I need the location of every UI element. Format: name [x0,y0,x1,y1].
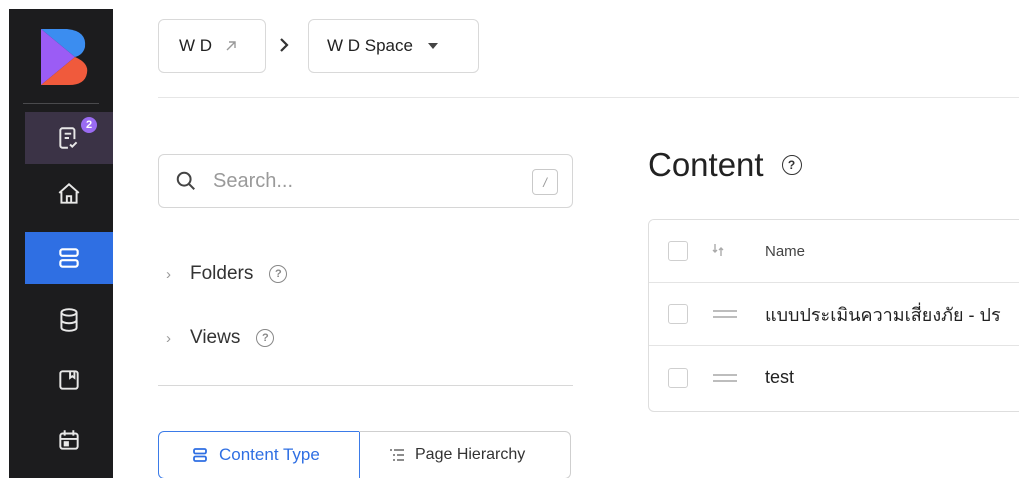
table-row[interactable]: test [649,346,1019,409]
drag-handle-icon[interactable] [713,373,737,382]
workspace-link[interactable]: W D [158,19,266,73]
space-selector[interactable]: W D Space [308,19,479,73]
sidebar-divider [158,385,573,386]
rail-item-content[interactable] [25,232,113,284]
content-title-text: Content [648,146,764,183]
rail-item-calendar[interactable] [25,414,113,466]
views-section-toggle[interactable]: › Views ? [166,327,275,349]
header-divider [158,97,1019,98]
help-icon[interactable]: ? [781,155,802,175]
name-column-header[interactable]: Name [765,243,805,260]
database-icon [60,308,78,332]
rail-item-home[interactable] [25,168,113,220]
search-icon [176,171,195,190]
workspace-name: W D [179,36,213,55]
row-checkbox[interactable] [668,367,688,388]
content-layout-icon [59,248,79,268]
page-hierarchy-tab[interactable]: Page Hierarchy [359,431,571,478]
help-icon[interactable]: ? [256,329,275,347]
app-sidebar: 2 [9,9,113,478]
drag-handle-icon[interactable] [713,310,737,318]
search-input[interactable] [213,169,513,193]
folders-label: Folders [190,263,254,284]
bookmark-book-icon [59,370,79,390]
hierarchy-list-icon [390,449,404,461]
brand-logo[interactable] [41,29,89,85]
folders-section-toggle[interactable]: › Folders ? [166,263,288,285]
rail-item-tasks[interactable]: 2 [25,112,113,164]
notification-badge: 2 [79,115,99,135]
row-name[interactable]: test [765,367,794,388]
caret-down-icon [427,43,438,49]
content-type-label: Content Type [219,445,320,464]
content-table: Name แบบประเมินความเสี่ยงภัย - ปร test [648,219,1019,412]
content-type-tab[interactable]: Content Type [158,431,360,478]
search-box[interactable]: / [158,154,573,208]
table-row[interactable]: แบบประเมินความเสี่ยงภัย - ปร [649,283,1019,346]
page-title: Content ? [648,146,802,184]
chevron-right-icon: › [166,265,171,283]
row-name[interactable]: แบบประเมินความเสี่ยงภัย - ปร [765,300,1001,329]
chevron-right-icon: › [166,329,171,347]
rail-divider [23,103,99,104]
help-icon[interactable]: ? [269,265,288,283]
external-link-icon [226,41,236,51]
space-name: W D Space [327,36,413,55]
views-label: Views [190,327,241,348]
sort-order-icon[interactable] [711,242,725,261]
content-layout-icon [193,448,207,462]
rail-item-database[interactable] [25,294,113,346]
row-checkbox[interactable] [668,304,688,324]
select-all-checkbox[interactable] [668,241,688,261]
page-hierarchy-label: Page Hierarchy [415,446,526,463]
search-shortcut-key: / [532,169,558,195]
rail-item-library[interactable] [25,354,113,406]
task-list-icon [59,127,78,149]
calendar-icon [59,430,79,450]
home-icon [58,182,80,204]
table-header-row: Name [649,220,1019,283]
chevron-right-icon [278,36,290,59]
